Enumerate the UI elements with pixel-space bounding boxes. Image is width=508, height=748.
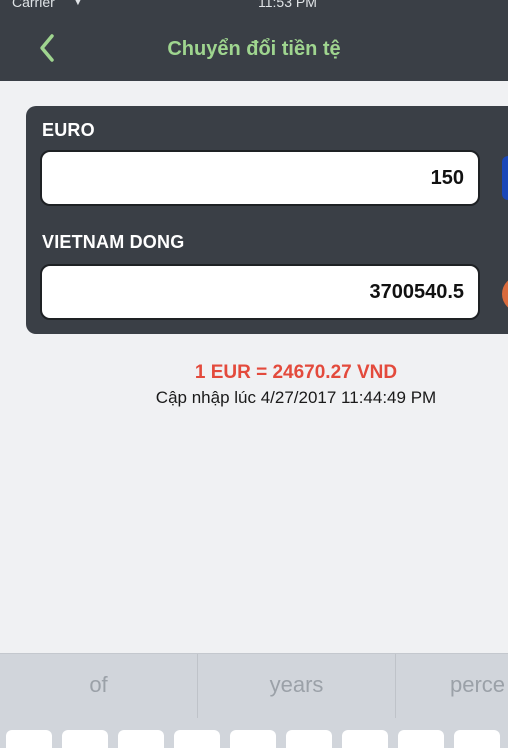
status-time: 11:53 PM	[258, 0, 317, 10]
keyboard-key[interactable]	[342, 730, 388, 748]
updated-timestamp: Cập nhập lúc 4/27/2017 11:44:49 PM	[155, 388, 437, 407]
eu-flag-icon[interactable]	[502, 156, 508, 200]
to-amount-input[interactable]: 3700540.5	[40, 264, 480, 320]
from-amount-input[interactable]: 150	[40, 150, 480, 206]
exchange-rate: 1 EUR = 24670.27 VND	[194, 362, 398, 383]
status-bar: Carrier ▼ 11:53 PM	[0, 0, 508, 18]
screen: Carrier ▼ 11:53 PM Chuyển đổi tiền tệ EU…	[0, 0, 508, 748]
suggestion-item[interactable]: of	[0, 654, 198, 718]
keyboard-key[interactable]	[6, 730, 52, 748]
wifi-icon: ▼	[72, 0, 84, 8]
suggestion-item[interactable]: perce	[396, 654, 508, 718]
keyboard-key[interactable]	[174, 730, 220, 748]
keyboard-key[interactable]	[286, 730, 332, 748]
to-currency-label: VIETNAM DONG	[42, 232, 185, 252]
keyboard-key[interactable]	[118, 730, 164, 748]
from-currency-label: EURO	[42, 120, 95, 140]
page-title: Chuyển đổi tiền tệ	[167, 38, 341, 60]
converter-card: EURO 150 VIETNAM DONG 3700540.5	[26, 106, 508, 334]
keyboard-key[interactable]	[230, 730, 276, 748]
keyboard-key[interactable]	[62, 730, 108, 748]
suggestion-item[interactable]: years	[198, 654, 396, 718]
keyboard-suggestion-bar: of years perce	[0, 653, 508, 718]
carrier-label: Carrier	[12, 0, 55, 10]
vn-flag-icon[interactable]	[502, 276, 508, 312]
keyboard-keys	[0, 718, 508, 748]
keyboard-key[interactable]	[454, 730, 500, 748]
nav-bar: Chuyển đổi tiền tệ	[0, 18, 508, 81]
keyboard-key[interactable]	[398, 730, 444, 748]
